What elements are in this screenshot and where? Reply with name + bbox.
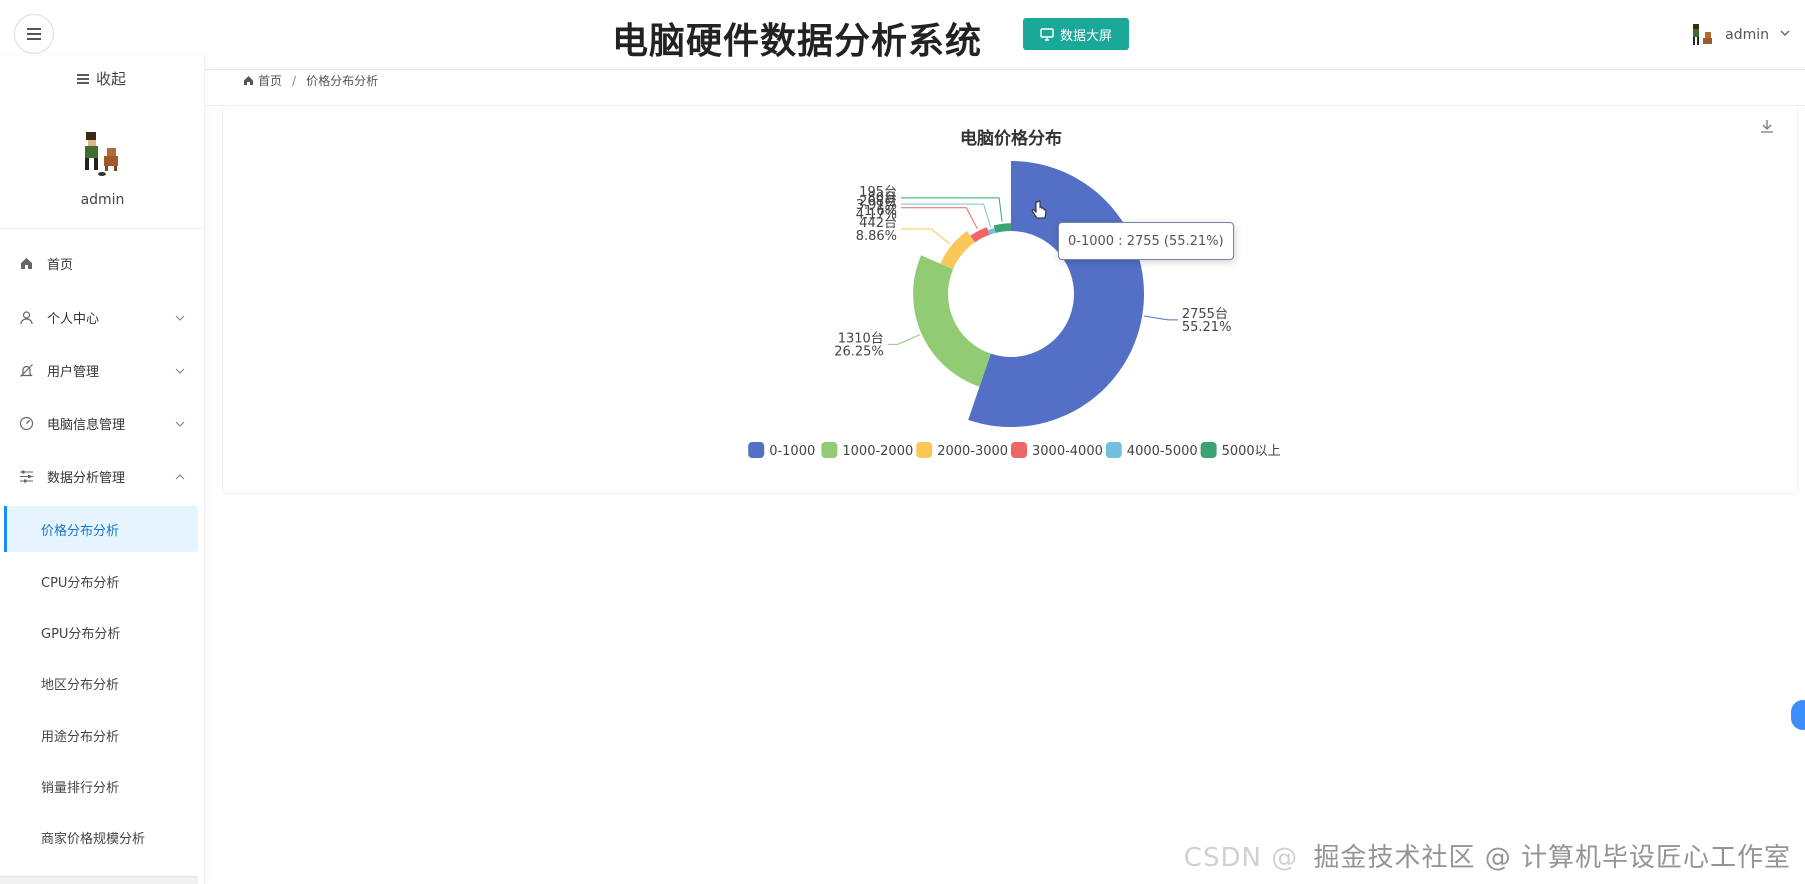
pie-slice[interactable]	[993, 223, 1011, 233]
legend-label[interactable]: 1000-2000	[842, 444, 913, 459]
legend-label[interactable]: 4000-5000	[1127, 444, 1198, 459]
legend-swatch[interactable]	[821, 442, 838, 458]
sidebar-scrollbar[interactable]	[0, 876, 198, 884]
sidebar-subitem-label: GPU分布分析	[41, 626, 121, 642]
legend-swatch[interactable]	[1105, 442, 1122, 458]
sidebar-subitem-label: 用途分布分析	[41, 729, 120, 745]
legend-swatch[interactable]	[916, 442, 933, 458]
chart-title: 电脑价格分布	[960, 128, 1062, 149]
sidebar-subitem-usage-distribution[interactable]: 用途分布分析	[0, 712, 205, 758]
hand-cursor-icon	[1031, 200, 1047, 219]
watermark: CSDN @ 掘金技术社区 @ 计算机毕设匠心工作室	[1184, 837, 1791, 874]
data-label-percent: 55.21%	[1182, 320, 1232, 335]
floating-help-button[interactable]	[1791, 700, 1805, 730]
label-line	[901, 207, 978, 230]
pie-slice[interactable]	[940, 230, 976, 270]
sidebar-subitem-label: 价格分布分析	[41, 523, 120, 539]
price-distribution-chart: 电脑价格分布2755台55.21%1310台26.25%442台8.86%208…	[748, 128, 1281, 459]
watermark-back: CSDN @	[1183, 843, 1299, 873]
sidebar-subitem-merchant-price-scale[interactable]: 商家价格规模分析	[0, 814, 205, 860]
sidebar-subitem-sales-ranking[interactable]: 销量排行分析	[0, 763, 205, 809]
sidebar-subitem-region-distribution[interactable]: 地区分布分析	[0, 660, 205, 706]
sidebar-subitem-price-distribution[interactable]: 价格分布分析	[4, 506, 198, 552]
legend-swatch[interactable]	[748, 442, 765, 458]
label-line	[901, 197, 1003, 222]
sidebar-subitem-cpu-distribution[interactable]: CPU分布分析	[0, 558, 205, 604]
legend-label[interactable]: 2000-3000	[937, 444, 1008, 459]
data-label-percent: 3.91%	[856, 198, 897, 213]
legend-label[interactable]: 0-1000	[769, 444, 815, 459]
legend-swatch[interactable]	[1011, 442, 1027, 458]
sidebar-subitem-label: 商家价格规模分析	[41, 831, 146, 847]
data-label-percent: 8.86%	[856, 229, 897, 244]
sidebar-subitem-label: 销量排行分析	[41, 780, 120, 796]
label-line	[1144, 315, 1178, 321]
sidebar-subitem-label: 地区分布分析	[41, 677, 120, 693]
label-line	[887, 334, 920, 345]
sidebar-subitem-label: CPU分布分析	[41, 575, 120, 591]
pie-slice[interactable]	[968, 161, 1144, 427]
label-line	[901, 228, 951, 245]
legend-label[interactable]: 5000以上	[1222, 444, 1281, 459]
watermark-main: 掘金技术社区 @ 计算机毕设匠心工作室	[1313, 843, 1791, 873]
legend-swatch[interactable]	[1200, 442, 1217, 458]
sidebar-subitem-gpu-distribution[interactable]: GPU分布分析	[0, 609, 205, 655]
chart-tooltip: 0-1000 : 2755 (55.21%)	[1058, 222, 1234, 260]
data-label-percent: 26.25%	[834, 344, 884, 359]
pie-slice[interactable]	[913, 255, 991, 387]
legend-label[interactable]: 3000-4000	[1032, 444, 1103, 459]
